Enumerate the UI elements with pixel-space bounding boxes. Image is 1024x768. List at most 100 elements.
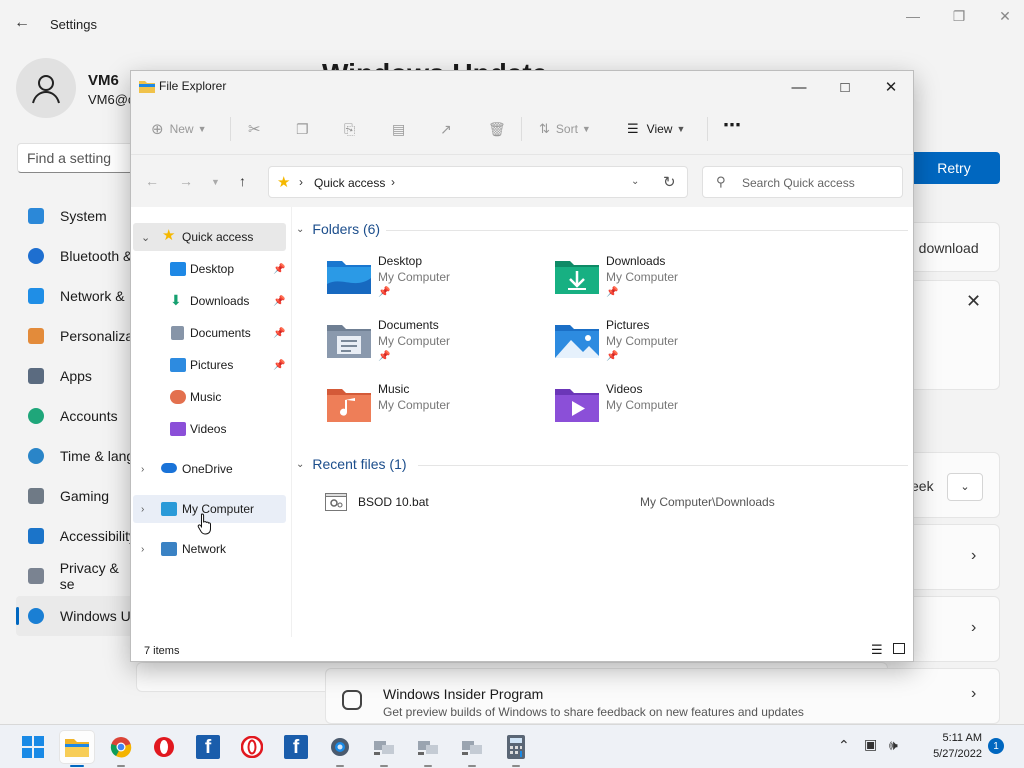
paste-icon[interactable]: ⎘ [344,119,355,139]
pause-dropdown[interactable]: ⌄ [947,473,983,501]
nav-personalization[interactable]: Personaliza [16,316,136,356]
sort-button[interactable]: ⇅ Sort ▼ [539,119,591,139]
nav-system[interactable]: System [16,196,136,236]
taskbar-opera[interactable] [147,731,181,763]
chevron-down-icon[interactable]: ⌄ [141,231,150,244]
nav-item-videos[interactable]: Videos [133,415,286,443]
nav-item-network[interactable]: › Network [133,535,286,563]
accounts-icon [28,408,44,424]
chevron-right-icon: › [971,547,977,564]
chevron-right-icon[interactable]: › [141,504,144,515]
clock[interactable]: 5:11 AM 5/27/2022 [910,730,982,762]
back-arrow-icon[interactable]: ← [145,173,159,189]
up-arrow-icon[interactable]: ↑ [239,173,246,189]
taskbar-opera-gx[interactable] [235,731,269,763]
pin-icon: 📌 [606,287,619,298]
taskbar-app-1[interactable] [367,731,401,767]
music-folder-icon [327,389,371,422]
breadcrumb-chevron-icon[interactable]: › [391,175,395,189]
nav-accounts[interactable]: Accounts [16,396,136,436]
share-icon[interactable]: ↗ [440,119,452,139]
nav-item-pictures[interactable]: Pictures 📌 [133,351,286,379]
taskbar-facebook-2[interactable]: f [279,731,313,763]
taskbar-app-2[interactable] [411,731,445,767]
copy-icon[interactable]: ❐ [296,119,309,139]
taskbar-facebook[interactable]: f [191,731,225,763]
network-tray-icon[interactable]: ▣ [864,736,877,753]
nav-item-onedrive[interactable]: › OneDrive [133,455,286,483]
toolbar-divider [707,117,708,141]
nav-item-documents[interactable]: Documents 📌 [133,319,286,347]
folder-tile-desktop[interactable]: Desktop My Computer 📌 [327,254,547,310]
folder-tile-videos[interactable]: Videos My Computer [555,382,775,438]
maximize-icon[interactable]: ❐ [950,8,968,25]
taskbar-chrome[interactable] [104,731,138,767]
taskbar-calculator[interactable] [499,731,533,767]
folder-tile-documents[interactable]: Documents My Computer 📌 [327,318,547,374]
cut-icon[interactable]: ✂ [248,119,261,139]
minimize-icon[interactable]: — [904,8,922,25]
taskbar-app-3[interactable] [455,731,489,767]
nav-apps[interactable]: Apps [16,356,136,396]
taskbar-file-explorer[interactable] [60,731,94,767]
recent-locations-icon[interactable]: ▼ [211,177,220,187]
navigation-pane: ⌄ ★ Quick access Desktop 📌 ⬇ Downloads 📌… [131,207,291,637]
folder-tile-pictures[interactable]: Pictures My Computer 📌 [555,318,775,374]
chevron-down-icon: ⌄ [296,223,305,235]
nav-gaming[interactable]: Gaming [16,476,136,516]
network-computer-icon [374,741,394,755]
delete-icon[interactable]: 🗑 [488,119,506,139]
address-bar[interactable]: ★ › Quick access › ⌄ ↻ [268,166,688,198]
back-arrow-icon[interactable]: ← [14,14,34,34]
nav-item-music[interactable]: Music [133,383,286,411]
minimize-icon[interactable]: — [776,71,822,103]
cloud-icon [161,463,177,473]
nav-accessibility[interactable]: Accessibility [16,516,136,556]
more-options-icon[interactable]: ⋯ [723,115,741,135]
view-icon: ☰ [627,121,639,136]
chevron-down-icon[interactable]: ⌄ [631,176,639,187]
search-input[interactable]: ⚲ Search Quick access [702,166,903,198]
folders-section-header[interactable]: ⌄ Folders (6) [296,221,380,237]
toolbar-divider [521,117,522,141]
nav-item-desktop[interactable]: Desktop 📌 [133,255,286,283]
show-hidden-icons-chevron-icon[interactable]: ⌃ [838,737,850,754]
nav-bluetooth[interactable]: Bluetooth & [16,236,136,276]
nav-privacy[interactable]: Privacy & se [16,556,136,596]
close-icon[interactable]: ✕ [868,71,914,103]
chevron-right-icon[interactable]: › [141,464,144,475]
recent-section-header[interactable]: ⌄ Recent files (1) [296,456,407,472]
details-view-icon[interactable]: ☰ [871,642,883,658]
chevron-right-icon[interactable]: › [141,544,144,555]
close-icon[interactable]: ✕ [996,8,1014,25]
forward-arrow-icon[interactable]: → [179,173,193,189]
batch-file-icon [325,493,347,511]
address-text[interactable]: Quick access [314,176,385,190]
nav-item-downloads[interactable]: ⬇ Downloads 📌 [133,287,286,315]
rename-icon[interactable]: ▤ [392,119,405,139]
refresh-icon[interactable]: ↻ [663,173,676,191]
folder-tile-music[interactable]: Music My Computer [327,382,547,438]
retry-button[interactable]: Retry [908,152,1000,184]
nav-time-language[interactable]: Time & lang [16,436,136,476]
view-button[interactable]: ☰ View ▼ [627,119,685,139]
tiles-view-icon[interactable] [893,643,905,654]
plus-icon: ⊕ [151,121,164,138]
nav-network[interactable]: Network & [16,276,136,316]
taskbar-settings[interactable] [323,731,357,767]
settings-search-input[interactable]: Find a setting [17,143,137,173]
maximize-icon[interactable]: □ [822,71,868,103]
pin-icon: 📌 [273,327,286,339]
opera-icon [154,737,174,757]
notification-badge[interactable]: 1 [988,738,1004,754]
shield-icon [28,568,44,584]
folder-tile-downloads[interactable]: Downloads My Computer 📌 [555,254,775,310]
recent-file-row[interactable]: BSOD 10.bat My Computer\Downloads [321,491,901,515]
start-button[interactable] [16,731,50,763]
nav-windows-update[interactable]: Windows U [16,596,136,636]
pause-duration-text: eek [911,478,934,494]
dismiss-icon[interactable]: ✕ [966,291,981,312]
volume-icon[interactable]: 🕪 [889,737,898,754]
new-button[interactable]: ⊕ New ▼ [151,119,207,139]
nav-item-quick-access[interactable]: ⌄ ★ Quick access [133,223,286,251]
